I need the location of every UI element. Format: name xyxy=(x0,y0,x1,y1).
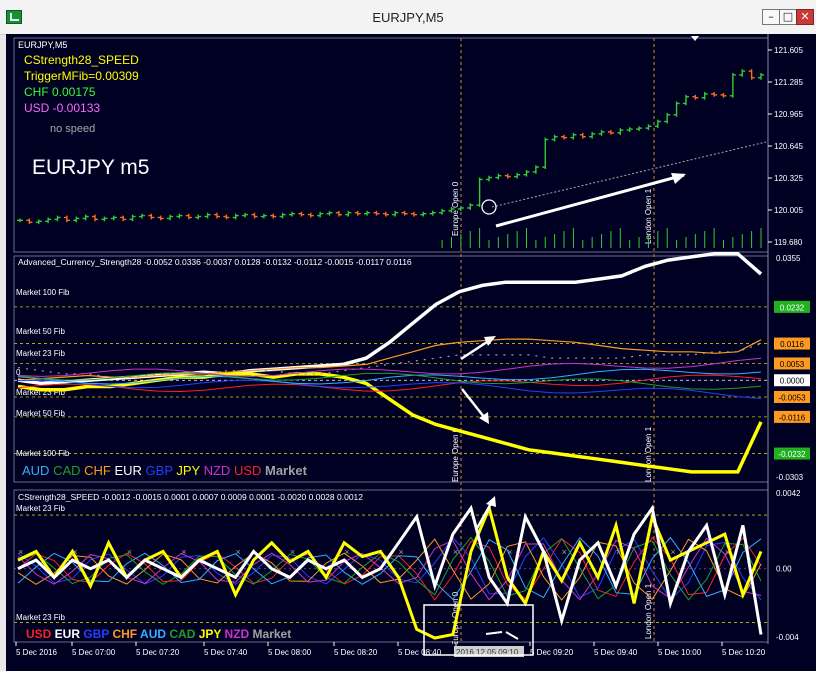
chart-canvas[interactable]: EURJPY,M5 CStrength28_SPEED TriggerMFib=… xyxy=(6,34,816,671)
strength-legend-gbp: GBP xyxy=(142,463,173,478)
restore-button[interactable]: □ xyxy=(779,9,797,25)
time-label: 5 Dec 10:00 xyxy=(658,648,702,657)
fib-label-p100: Market 100 Fib xyxy=(16,288,70,297)
chart-area[interactable]: EURJPY,M5 CStrength28_SPEED TriggerMFib=… xyxy=(6,34,816,671)
time-label: 5 Dec 07:00 xyxy=(72,648,116,657)
strength-header: Advanced_Currency_Strength28 -0.0052 0.0… xyxy=(18,257,412,267)
value-box-label: 0.0232 xyxy=(780,303,805,312)
price-label: 120.325 xyxy=(774,174,803,183)
symbol-label: EURJPY,M5 xyxy=(18,40,67,50)
market-marker: × xyxy=(399,547,404,557)
speed-legend-jpy: JPY xyxy=(195,627,221,641)
market-marker: × xyxy=(562,547,567,557)
value-box-label: 0.0116 xyxy=(780,340,804,349)
strength-legend-chf: CHF xyxy=(81,463,111,478)
terminal-window: EURJPY,M5 – □ ✕ EURJPY,M5 CStrength28_SP… xyxy=(0,0,816,671)
time-label: 5 Dec 2016 xyxy=(16,648,57,657)
speed-fib-label-top: Market 23 Fib xyxy=(16,504,65,513)
speed-legend-chf: CHF xyxy=(109,627,137,641)
market-marker: × xyxy=(725,547,730,557)
indicator-line-usd: USD -0.00133 xyxy=(24,101,100,115)
close-button[interactable]: ✕ xyxy=(796,9,814,25)
strength-axis-label: -0.0303 xyxy=(776,473,804,482)
session-label-europe-2: Europe Open 0 xyxy=(451,427,460,482)
title-bar[interactable]: EURJPY,M5 – □ ✕ xyxy=(0,0,816,35)
price-label: 120.965 xyxy=(774,110,803,119)
pair-title: EURJPY m5 xyxy=(32,156,149,179)
market-marker: × xyxy=(507,547,512,557)
price-label: 119.680 xyxy=(774,238,803,247)
speed-header: CStrength28_SPEED -0.0012 -0.0015 0.0001… xyxy=(18,492,363,502)
indicator-line-trigger: TriggerMFib=0.00309 xyxy=(24,69,139,83)
window-title: EURJPY,M5 xyxy=(372,10,444,25)
indicator-line-speed: CStrength28_SPEED xyxy=(24,53,139,67)
speed-legend-aud: AUD xyxy=(137,627,166,641)
time-label: 5 Dec 10:20 xyxy=(722,648,766,657)
strength-legend-nzd: NZD xyxy=(200,463,230,478)
market-marker: × xyxy=(290,547,295,557)
price-label: 120.645 xyxy=(774,142,803,151)
indicator-line-chf: CHF 0.00175 xyxy=(24,85,96,99)
strength-legend-cad: CAD xyxy=(49,463,80,478)
minimize-button[interactable]: – xyxy=(762,9,780,25)
speed-legend-gbp: GBP xyxy=(80,627,109,641)
speed-legend-cad: CAD xyxy=(166,627,196,641)
market-marker: × xyxy=(616,547,621,557)
no-speed-label: no speed xyxy=(50,123,95,135)
speed-axis-label: 0.0042 xyxy=(776,489,801,498)
market-marker: × xyxy=(127,547,132,557)
fib-label-m50: Market 50 Fib xyxy=(16,409,65,418)
fib-label-p50: Market 50 Fib xyxy=(16,327,65,336)
speed-legend: USD EUR GBP CHF AUD CAD JPY NZD Market xyxy=(26,627,291,641)
value-box-label: 0.0000 xyxy=(780,377,805,386)
market-marker: × xyxy=(235,547,240,557)
strength-legend-market: Market xyxy=(261,463,307,478)
price-label: 121.605 xyxy=(774,46,803,55)
speed-fib-label-bottom: Market 23 Fib xyxy=(16,613,65,622)
strength-legend-eur: EUR xyxy=(111,463,142,478)
price-label: 121.285 xyxy=(774,78,803,87)
time-label: 5 Dec 07:40 xyxy=(204,648,248,657)
strength-legend-usd: USD xyxy=(230,463,261,478)
speed-axis-label: -0.004 xyxy=(776,633,799,642)
market-marker: × xyxy=(670,547,675,557)
price-label: 120.005 xyxy=(774,206,803,215)
time-label: 5 Dec 09:40 xyxy=(594,648,638,657)
session-label-london-3: London Open 1 xyxy=(644,583,653,639)
fib-label-p23: Market 23 Fib xyxy=(16,349,65,358)
session-label-london-2: London Open 1 xyxy=(644,426,653,482)
speed-legend-usd: USD xyxy=(26,627,52,641)
speed-legend-eur: EUR xyxy=(51,627,80,641)
value-box-label: -0.0053 xyxy=(778,393,806,402)
time-axis[interactable]: 5 Dec 2016 5 Dec 07:00 5 Dec 07:20 5 Dec 07… xyxy=(6,642,816,671)
value-box-label: 0.0053 xyxy=(780,360,805,369)
market-marker: × xyxy=(344,547,349,557)
strength-legend: AUD CAD CHF EUR GBP JPY NZD USD Market xyxy=(22,463,308,478)
fib-label-m100: Market 100 Fib xyxy=(16,449,70,458)
time-label: 5 Dec 09:20 xyxy=(530,648,574,657)
value-box-label: -0.0116 xyxy=(779,413,806,422)
time-label: 5 Dec 08:20 xyxy=(334,648,378,657)
market-marker: × xyxy=(453,547,458,557)
market-marker: × xyxy=(72,547,77,557)
strength-legend-jpy: JPY xyxy=(173,463,201,478)
speed-axis-label: 0.00 xyxy=(776,565,792,574)
strength-axis-label: 0.0355 xyxy=(776,254,801,263)
time-label: 5 Dec 07:20 xyxy=(136,648,180,657)
strength-legend-aud: AUD xyxy=(22,463,49,478)
market-marker: × xyxy=(181,547,186,557)
speed-legend-nzd: NZD xyxy=(221,627,249,641)
market-marker: × xyxy=(18,547,23,557)
value-box-label: -0.0232 xyxy=(778,450,806,459)
speed-legend-market: Market xyxy=(249,627,291,641)
time-label: 5 Dec 08:00 xyxy=(268,648,312,657)
